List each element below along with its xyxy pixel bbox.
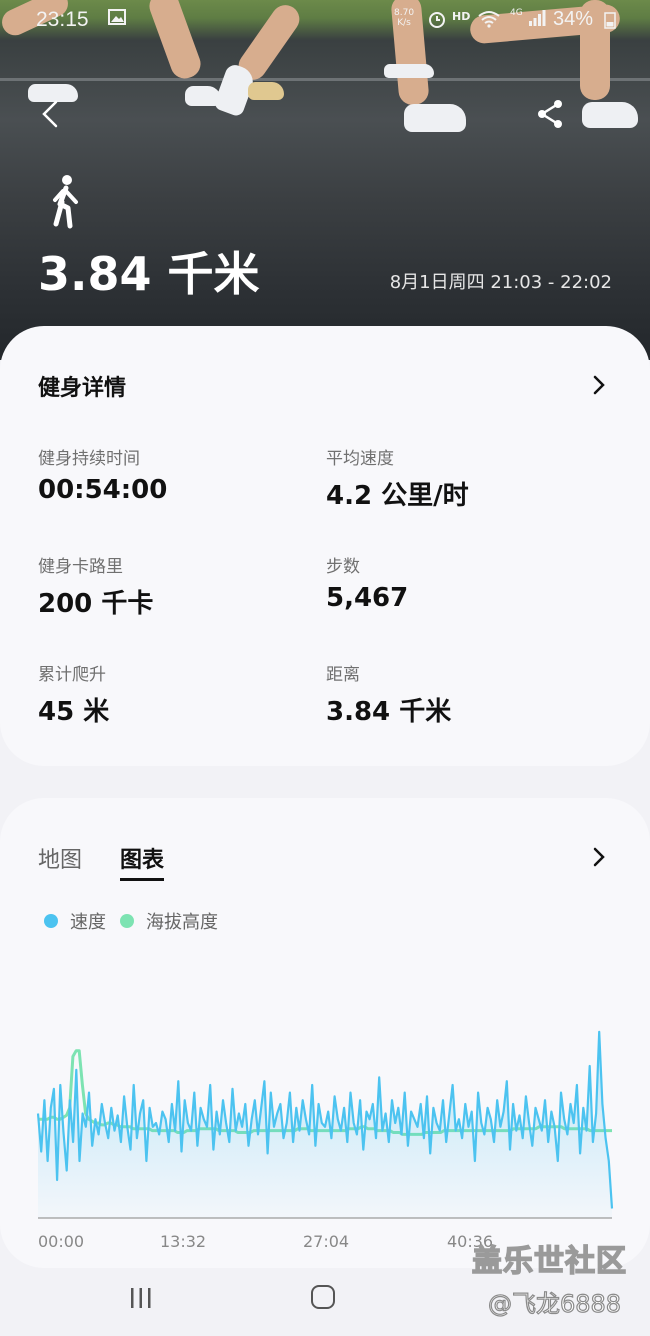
signal-icon (528, 10, 546, 29)
wifi-icon (478, 10, 500, 31)
metric-steps: 步数 5,467 (326, 552, 586, 613)
x-tick-label: 27:04 (303, 1232, 350, 1251)
back-button[interactable] (36, 96, 72, 132)
home-icon[interactable] (311, 1285, 335, 1309)
hd-badge: HD (452, 10, 471, 23)
runner-shoe (582, 102, 638, 128)
metric-label: 平均速度 (326, 449, 394, 469)
net-speed-value: 8.70 (394, 8, 415, 18)
recent-apps-icon[interactable] (128, 1287, 154, 1309)
metric-distance: 距离 3.84 千米 (326, 660, 586, 728)
metric-label: 累计爬升 (38, 665, 106, 685)
runner-shoe (404, 104, 466, 132)
net-speed: 8.70 K/s (394, 8, 414, 28)
chevron-left-icon (42, 100, 58, 128)
road-line (0, 78, 650, 81)
metric-value: 45 米 (38, 697, 110, 727)
details-title: 健身详情 (38, 376, 127, 401)
x-tick-label: 13:32 (160, 1232, 207, 1251)
metric-duration: 健身持续时间 00:54:00 (38, 444, 298, 505)
walking-person-icon (46, 174, 86, 230)
chart-card: 地图 图表 速度 海拔高度 00:00 13:32 27:04 40:36 (0, 798, 650, 1268)
metric-value: 4.2 公里/时 (326, 481, 469, 511)
total-distance: 3.84 千米 (38, 247, 260, 301)
metric-calories: 健身卡路里 200 千卡 (38, 552, 298, 620)
runner-shoe (248, 82, 284, 100)
metric-label: 健身持续时间 (38, 449, 140, 469)
metric-label: 健身卡路里 (38, 557, 123, 577)
battery-percent: 34% (553, 8, 594, 30)
x-tick-label: 00:00 (38, 1232, 85, 1251)
chevron-right-icon[interactable] (588, 374, 610, 396)
speed-elevation-chart (36, 1030, 614, 1219)
metric-value: 00:54:00 (38, 475, 168, 505)
share-button[interactable] (532, 96, 568, 132)
battery-icon (604, 11, 616, 32)
metric-value: 200 千卡 (38, 589, 154, 619)
metric-elevation-gain: 累计爬升 45 米 (38, 660, 298, 728)
metric-label: 步数 (326, 557, 360, 577)
watermark-handle: @飞龙6888 (487, 1289, 622, 1318)
metric-avg-speed: 平均速度 4.2 公里/时 (326, 444, 586, 512)
workout-date-range: 8月1日周四 21:03 - 22:02 (389, 272, 612, 293)
alarm-icon (428, 10, 446, 31)
network-type: 4G (510, 8, 523, 18)
watermark-text: 盖乐世社区 (471, 1243, 627, 1280)
metric-label: 距离 (326, 665, 360, 685)
runner-shoe (384, 64, 434, 78)
workout-details-card[interactable]: 健身详情 健身持续时间 00:54:00 平均速度 4.2 公里/时 健身卡路里… (0, 326, 650, 766)
net-speed-unit: K/s (397, 18, 411, 28)
metric-value: 3.84 千米 (326, 697, 452, 727)
status-time: 23:15 (36, 8, 89, 31)
status-bar: 23:15 8.70 K/s HD 4G 34% (0, 0, 650, 40)
header-photo (0, 0, 650, 360)
metric-value: 5,467 (326, 583, 409, 613)
image-notification-icon (108, 9, 126, 28)
share-icon (538, 100, 562, 128)
